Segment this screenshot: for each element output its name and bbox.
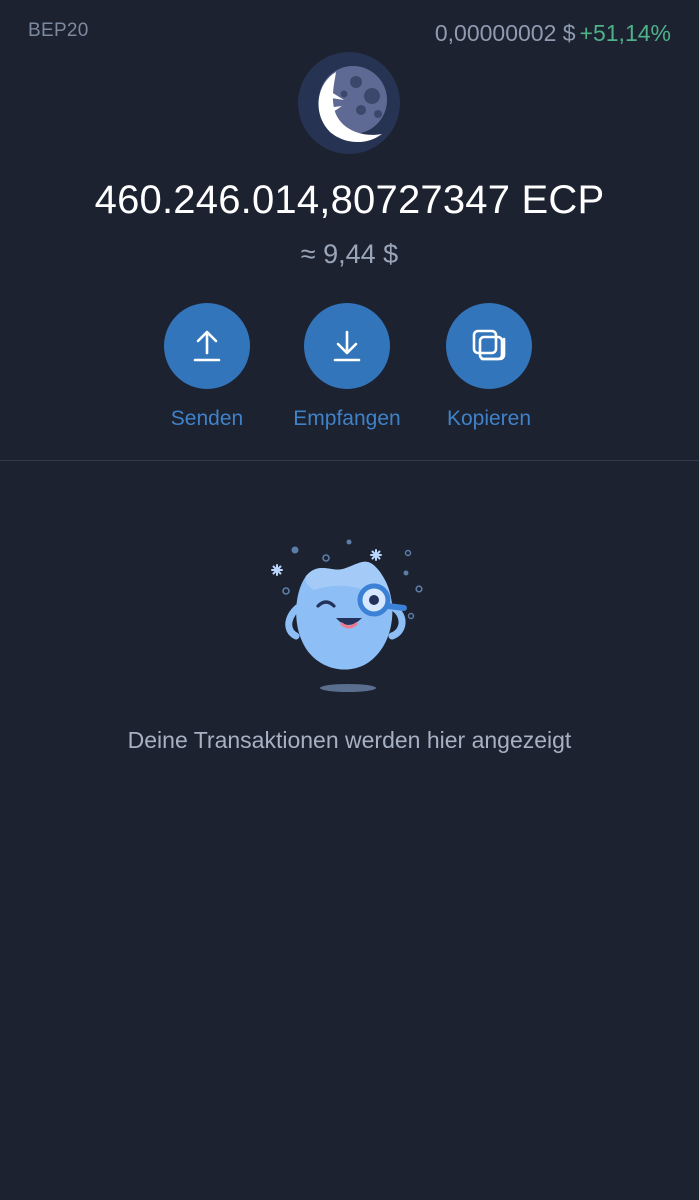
copy-icon: [472, 329, 506, 361]
copy-label[interactable]: Kopieren: [414, 407, 564, 431]
price-change: +51,14%: [579, 20, 671, 46]
price-value: 0,00000002 $: [434, 20, 576, 46]
copy-circle[interactable]: [446, 303, 532, 389]
top-bar: BEP20 0,00000002 $ +51,14%: [0, 0, 699, 60]
receive-label[interactable]: Empfangen: [272, 407, 422, 431]
receive-circle[interactable]: [304, 303, 390, 389]
send-button[interactable]: Senden: [132, 303, 282, 431]
upload-arrow-icon: [193, 330, 221, 362]
send-circle[interactable]: [164, 303, 250, 389]
magnifier-mascot-icon: [262, 536, 438, 696]
send-label[interactable]: Senden: [132, 407, 282, 431]
network-label: BEP20: [28, 20, 89, 41]
fiat-balance: ≈ 9,44 $: [300, 239, 399, 269]
token-price: 0,00000002 $ +51,14%: [435, 20, 671, 47]
receive-button[interactable]: Empfangen: [272, 303, 422, 431]
section-divider: [0, 460, 699, 461]
download-arrow-icon: [333, 330, 361, 362]
copy-button[interactable]: Kopieren: [414, 303, 564, 431]
empty-transactions-message: Deine Transaktionen werden hier angezeig…: [127, 727, 572, 753]
crescent-moon-logo-icon: [298, 52, 400, 154]
token-balance: 460.246.014,80727347 ECP: [94, 178, 605, 222]
